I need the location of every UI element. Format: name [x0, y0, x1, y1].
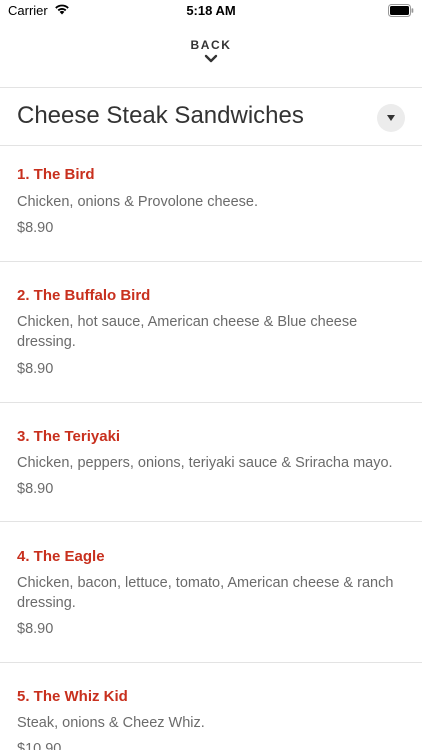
status-bar: Carrier 5:18 AM	[0, 0, 422, 22]
item-name: 4. The Eagle	[17, 548, 105, 565]
item-description: Steak, onions & Cheez Whiz.	[17, 715, 205, 731]
item-price: $8.90	[17, 361, 54, 377]
item-name: 1. The Bird	[17, 166, 95, 183]
item-price: $10.90	[17, 741, 62, 750]
item-description: Chicken, hot sauce, American cheese & Bl…	[17, 314, 358, 350]
section-dropdown-button[interactable]	[377, 104, 405, 132]
item-name: 2. The Buffalo Bird	[17, 287, 151, 304]
item-price: $8.90	[17, 220, 54, 236]
menu-item[interactable]: 5. The Whiz Kid Steak, onions & Cheez Wh…	[0, 663, 422, 750]
item-description: Chicken, onions & Provolone cheese.	[17, 194, 259, 210]
section-title: Cheese Steak Sandwiches	[17, 102, 304, 129]
item-name: 3. The Teriyaki	[17, 428, 121, 445]
menu-item[interactable]: 1. The Bird Chicken, onions & Provolone …	[0, 146, 422, 261]
item-name: 5. The Whiz Kid	[17, 688, 128, 705]
back-button[interactable]: BACK	[0, 38, 422, 78]
item-price: $8.90	[17, 481, 54, 497]
menu-item[interactable]: 3. The Teriyaki Chicken, peppers, onions…	[0, 403, 422, 521]
menu-item[interactable]: 4. The Eagle Chicken, bacon, lettuce, to…	[0, 522, 422, 662]
item-price: $8.90	[17, 621, 54, 637]
header-divider	[0, 87, 422, 88]
item-description: Chicken, peppers, onions, teriyaki sauce…	[17, 455, 393, 471]
item-description: Chicken, bacon, lettuce, tomato, America…	[17, 575, 394, 611]
back-label: BACK	[190, 38, 232, 52]
dropdown-triangle-icon	[387, 115, 395, 121]
status-time: 5:18 AM	[186, 3, 236, 18]
menu-item[interactable]: 2. The Buffalo Bird Chicken, hot sauce, …	[0, 262, 422, 402]
screen: Carrier 5:18 AM BACK Cheese Steak Sandwi…	[0, 0, 422, 750]
battery-icon	[388, 4, 414, 22]
chevron-down-icon	[204, 54, 218, 63]
